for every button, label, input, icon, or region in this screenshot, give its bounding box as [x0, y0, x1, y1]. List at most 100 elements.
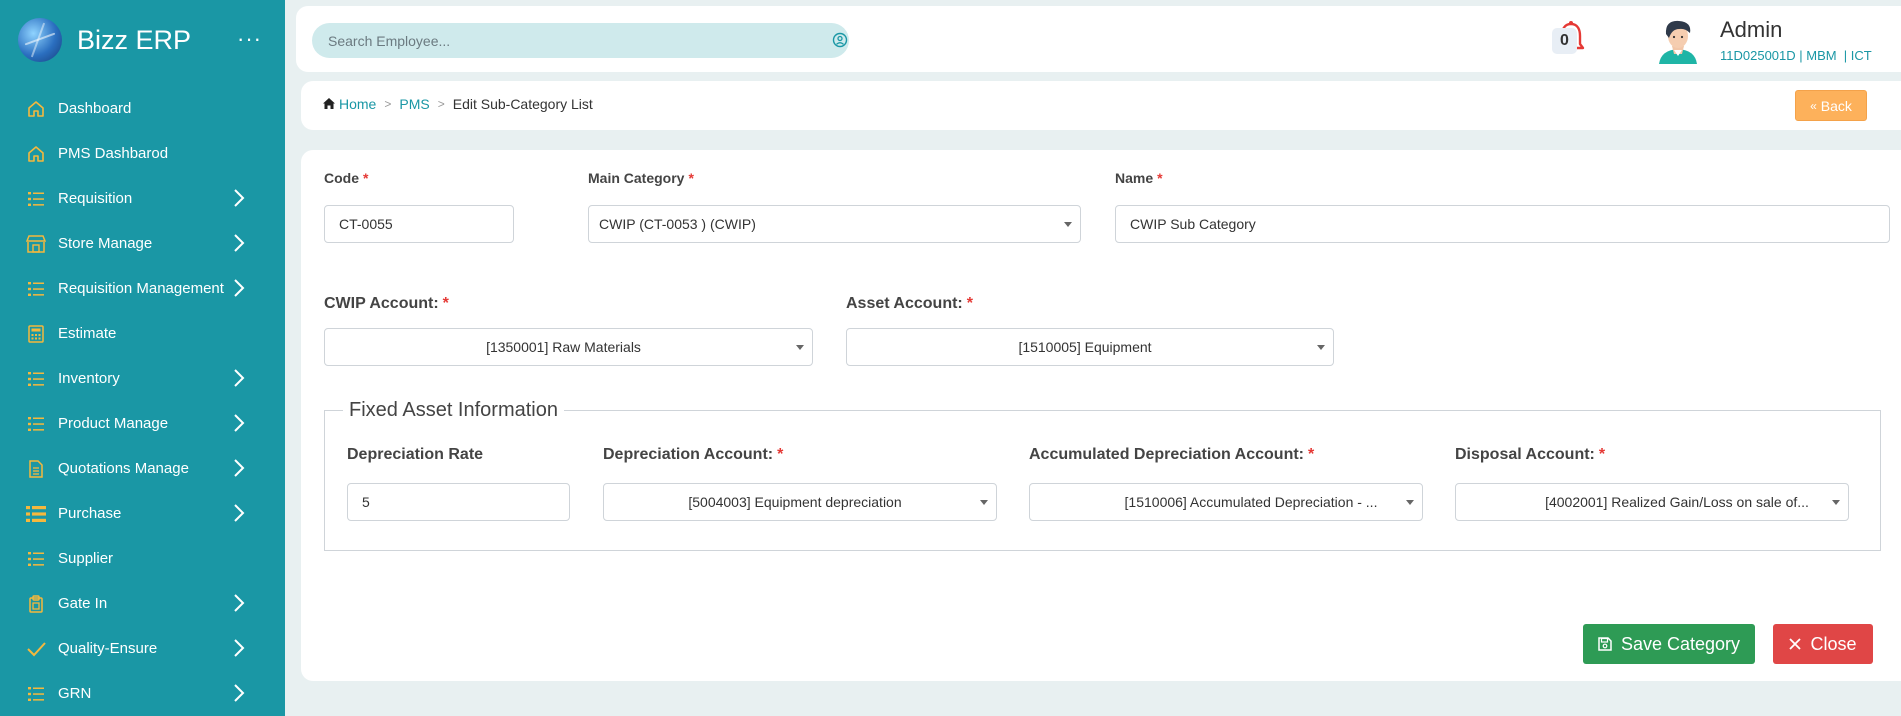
sidebar-item-label: Gate In [58, 595, 108, 612]
sidebar-item-quality-ensure[interactable]: Quality-Ensure [0, 626, 285, 671]
cwip-account-select[interactable]: [1350001] Raw Materials [324, 328, 813, 366]
accumulated-depreciation-select[interactable]: [1510006] Accumulated Depreciation - ... [1029, 483, 1423, 521]
home-icon [26, 99, 46, 119]
document-icon [26, 459, 46, 479]
chevron-right-icon: > [437, 97, 445, 111]
search-input[interactable] [312, 23, 782, 58]
list-icon [26, 369, 46, 389]
dropdown-caret-icon [1406, 500, 1414, 505]
save-category-label: Save Category [1620, 633, 1741, 654]
name-label: Name * [1115, 170, 1163, 186]
chevron-right-icon [233, 368, 245, 388]
sidebar-item-label: Estimate [58, 325, 117, 342]
name-field[interactable]: CWIP Sub Category [1115, 205, 1890, 243]
dropdown-caret-icon [1832, 500, 1840, 505]
sidebar-item-inventory[interactable]: Inventory [0, 356, 285, 401]
sidebar-item-pms-dashbarod[interactable]: PMS Dashbarod [0, 131, 285, 176]
sidebar-item-label: Quality-Ensure [58, 640, 158, 657]
dropdown-caret-icon [1317, 345, 1325, 350]
list-icon [26, 684, 46, 704]
sidebar-item-label: Product Manage [58, 415, 169, 432]
back-button[interactable]: « Back [1795, 90, 1867, 121]
sidebar-item-quotations-manage[interactable]: Quotations Manage [0, 446, 285, 491]
notification-count-badge: 0 [1552, 28, 1577, 54]
home-icon [26, 144, 46, 164]
user-search-icon[interactable] [832, 32, 848, 53]
sidebar-item-store-manage[interactable]: Store Manage [0, 221, 285, 266]
breadcrumb-pms-link[interactable]: PMS [399, 96, 429, 112]
sidebar-item-grn[interactable]: GRN [0, 671, 285, 716]
chevron-right-icon [233, 683, 245, 703]
code-label: Code * [324, 170, 369, 186]
search-box [312, 23, 849, 58]
sidebar-menu: Dashboard PMS Dashbarod Requisition Store M… [0, 86, 285, 716]
dropdown-caret-icon [1064, 222, 1072, 227]
asset-account-label: Asset Account: * [846, 295, 973, 312]
disposal-account-label: Disposal Account: * [1455, 446, 1606, 463]
back-button-label: Back [1820, 97, 1852, 114]
cwip-account-label: CWIP Account: * [324, 295, 449, 312]
asset-account-select[interactable]: [1510005] Equipment [846, 328, 1334, 366]
save-category-button[interactable]: Save Category [1583, 624, 1755, 664]
breadcrumb-bar: Home > PMS > Edit Sub-Category List « Ba… [301, 81, 1901, 130]
sidebar-item-estimate[interactable]: Estimate [0, 311, 285, 356]
sidebar-item-label: Dashboard [58, 100, 132, 117]
list-icon [26, 189, 46, 209]
code-field[interactable]: CT-0055 [324, 205, 514, 243]
fixed-asset-fieldset: Fixed Asset Information Depreciation Rat… [324, 399, 1881, 551]
calculator-icon [26, 324, 46, 344]
dropdown-caret-icon [796, 345, 804, 350]
close-label: Close [1810, 633, 1857, 654]
sidebar-item-supplier[interactable]: Supplier [0, 536, 285, 581]
depreciation-rate-field[interactable]: 5 [347, 483, 570, 521]
store-icon [26, 234, 46, 254]
list-bold-icon [26, 504, 46, 524]
list-icon [26, 549, 46, 569]
accumulated-depreciation-label: Accumulated Depreciation Account: * [1029, 446, 1315, 463]
breadcrumb-current: Edit Sub-Category List [452, 96, 593, 112]
sidebar-item-label: Requisition [58, 190, 133, 207]
sidebar-item-label: PMS Dashbarod [58, 145, 169, 162]
sidebar-item-label: Quotations Manage [58, 460, 189, 477]
top-header: 0 Admin 11D025001D | MBM | ICT [296, 6, 1901, 72]
close-button[interactable]: Close [1773, 624, 1873, 664]
dropdown-caret-icon [980, 500, 988, 505]
chevron-right-icon [233, 458, 245, 478]
sidebar-item-requisition[interactable]: Requisition [0, 176, 285, 221]
depreciation-account-select[interactable]: [5004003] Equipment depreciation [603, 483, 997, 521]
chevron-right-icon [233, 638, 245, 658]
check-icon [26, 639, 46, 659]
brand-name: Bizz ERP [77, 24, 192, 55]
disposal-account-select[interactable]: [4002001] Realized Gain/Loss on sale of.… [1455, 483, 1849, 521]
sidebar: Bizz ERP ··· Dashboard PMS Dashbarod Requi… [0, 0, 285, 716]
brand[interactable]: Bizz ERP [18, 18, 191, 62]
sidebar-item-label: GRN [58, 685, 92, 702]
depreciation-rate-label: Depreciation Rate [347, 446, 484, 463]
sidebar-item-gate-in[interactable]: Gate In [0, 581, 285, 626]
chevron-right-icon [233, 593, 245, 613]
sidebar-item-label: Supplier [58, 550, 114, 567]
chevron-right-icon [233, 413, 245, 433]
home-icon [323, 96, 335, 112]
sidebar-item-product-manage[interactable]: Product Manage [0, 401, 285, 446]
double-chevron-left-icon: « [1810, 98, 1817, 113]
list-icon [26, 279, 46, 299]
chevron-right-icon [233, 188, 245, 208]
chevron-right-icon [233, 233, 245, 253]
avatar[interactable] [1655, 16, 1701, 69]
breadcrumb-home-link[interactable]: Home [339, 96, 376, 112]
main-category-label: Main Category * [588, 170, 694, 186]
chevron-right-icon [233, 503, 245, 523]
chevron-right-icon [233, 278, 245, 298]
user-meta: 11D025001D | MBM | ICT [1720, 48, 1872, 63]
clipboard-icon [26, 594, 46, 614]
main-category-select[interactable]: CWIP (CT-0053 ) (CWIP) [588, 205, 1081, 243]
sub-category-form: Code * CT-0055 Main Category * CWIP (CT-00… [301, 150, 1901, 681]
sidebar-item-requisition-management[interactable]: Requisition Management [0, 266, 285, 311]
globe-logo-icon [18, 18, 62, 62]
list-icon [26, 414, 46, 434]
floppy-disk-icon [1598, 637, 1612, 651]
sidebar-item-purchase[interactable]: Purchase [0, 491, 285, 536]
sidebar-item-dashboard[interactable]: Dashboard [0, 86, 285, 131]
more-dots-icon[interactable]: ··· [237, 26, 262, 52]
